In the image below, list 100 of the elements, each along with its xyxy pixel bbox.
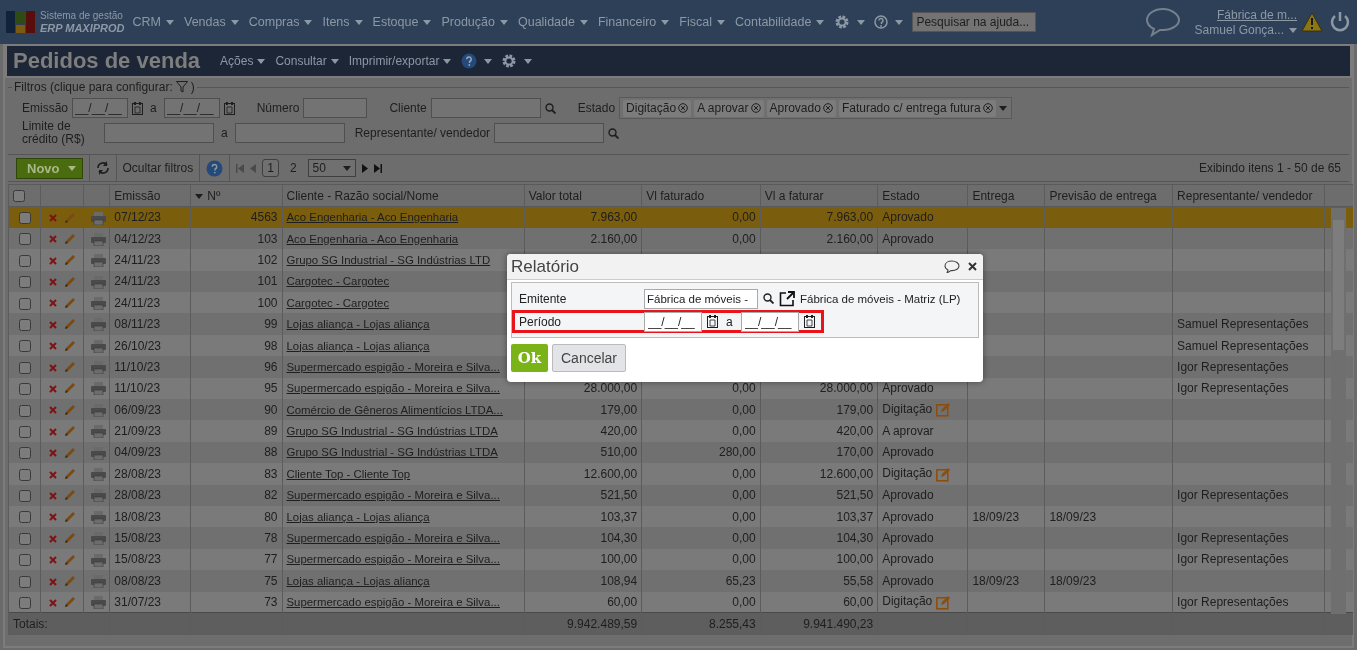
caret-icon[interactable]	[579, 19, 588, 25]
remove-icon[interactable]	[982, 103, 993, 113]
column-header[interactable]: Cliente - Razão social/Nome	[282, 184, 525, 207]
pencil-icon[interactable]	[62, 425, 76, 439]
menu-item[interactable]: Contabilidade	[735, 15, 825, 29]
action-menu[interactable]: Imprimir/exportar	[348, 54, 452, 68]
checkbox[interactable]	[18, 254, 31, 267]
column-header[interactable]: Vl faturado	[641, 184, 761, 207]
checkbox[interactable]	[18, 554, 31, 567]
delete-icon[interactable]	[48, 235, 57, 244]
delete-icon[interactable]	[48, 470, 57, 479]
pencil-icon[interactable]	[62, 254, 76, 268]
filters-legend[interactable]: Filtros (clique para configurar:	[14, 80, 173, 94]
client-link[interactable]: Lojas aliança - Lojas aliança	[286, 510, 430, 523]
hide-filters-button[interactable]: Ocultar filtros	[122, 161, 194, 175]
page-size-select[interactable]: 50	[307, 159, 356, 177]
caret-icon[interactable]	[423, 19, 432, 25]
client-link[interactable]: Cargotec - Cargotec	[286, 296, 390, 309]
status-tag[interactable]: A aprovar	[694, 99, 764, 117]
search-icon[interactable]	[763, 293, 774, 304]
settings-icon[interactable]	[834, 14, 851, 30]
client-link[interactable]: Comércio de Gêneros Alimentícios LTDA...	[286, 403, 503, 416]
delete-icon[interactable]	[48, 556, 57, 565]
printer-icon[interactable]	[90, 425, 106, 439]
column-header[interactable]: Nº	[190, 184, 282, 207]
caret-icon[interactable]	[857, 19, 866, 25]
menu-item[interactable]: Compras	[248, 15, 313, 29]
client-link[interactable]: Supermercado espigão - Moreira e Silva...	[286, 360, 500, 373]
caret-icon[interactable]	[354, 19, 363, 25]
printer-icon[interactable]	[90, 596, 106, 610]
calendar-icon[interactable]	[707, 315, 718, 328]
caret-icon[interactable]	[342, 165, 351, 171]
warning-icon[interactable]	[1301, 12, 1323, 32]
pencil-icon[interactable]	[62, 403, 76, 417]
delete-icon[interactable]	[48, 534, 57, 543]
delete-icon[interactable]	[48, 491, 57, 500]
delete-icon[interactable]	[48, 577, 57, 586]
caret-icon[interactable]	[230, 19, 239, 25]
settings-icon[interactable]	[501, 53, 518, 69]
delete-icon[interactable]	[48, 278, 57, 287]
menu-item[interactable]: Qualidade	[517, 15, 588, 29]
menu-item[interactable]: Estoque	[372, 15, 432, 29]
caret-icon[interactable]	[330, 58, 339, 64]
client-link[interactable]: Grupo SG Industrial - SG Indústrias LTD	[286, 253, 491, 266]
last-page-icon[interactable]	[373, 163, 382, 173]
client-link[interactable]: Aco Engenharia - Aco Engenharia	[286, 232, 459, 245]
printer-icon[interactable]	[90, 296, 106, 310]
delete-icon[interactable]	[48, 385, 57, 393]
delete-icon[interactable]	[48, 363, 57, 372]
checkbox[interactable]	[18, 361, 31, 374]
checkbox[interactable]	[18, 575, 31, 588]
first-page-icon[interactable]	[236, 163, 245, 173]
checkbox[interactable]	[18, 233, 31, 246]
checkbox[interactable]	[18, 468, 31, 481]
refresh-icon[interactable]	[95, 161, 110, 175]
number-field[interactable]	[303, 98, 368, 118]
caret-icon[interactable]	[998, 105, 1007, 111]
previous-page-icon[interactable]	[250, 163, 257, 173]
menu-item[interactable]: Fiscal	[679, 15, 725, 29]
checkbox[interactable]	[18, 383, 31, 396]
user-menu[interactable]: Samuel Gonça...	[1194, 23, 1297, 37]
edit-icon[interactable]	[936, 594, 952, 610]
representative-field[interactable]	[494, 123, 605, 143]
caret-icon[interactable]	[484, 58, 493, 64]
page-number[interactable]: 2	[284, 159, 302, 177]
client-link[interactable]: Lojas aliança - Lojas aliança	[286, 574, 430, 587]
checkbox[interactable]	[18, 404, 31, 417]
caret-icon[interactable]	[166, 19, 174, 25]
pencil-icon[interactable]	[62, 361, 76, 375]
printer-icon[interactable]	[90, 468, 106, 482]
caret-icon[interactable]	[304, 19, 313, 25]
date-field[interactable]: __/__/__	[740, 311, 799, 332]
client-link[interactable]: Grupo SG Industrial - SG Indústrias LTDA	[286, 425, 498, 438]
caret-icon[interactable]	[443, 58, 452, 64]
delete-icon[interactable]	[48, 256, 57, 265]
pencil-icon[interactable]	[62, 446, 76, 460]
pencil-icon[interactable]	[62, 532, 76, 546]
status-tag[interactable]: Digitação	[623, 99, 692, 117]
credit-limit-field[interactable]	[234, 123, 345, 143]
menu-item[interactable]: Vendas	[184, 15, 239, 29]
client-link[interactable]: Cliente Top - Cliente Top	[286, 467, 411, 480]
pencil-icon[interactable]	[62, 382, 76, 396]
pencil-icon[interactable]	[62, 339, 76, 353]
menu-item[interactable]: Produção	[441, 15, 508, 29]
column-header[interactable]: Valor total	[524, 184, 642, 207]
checkbox[interactable]	[18, 447, 31, 460]
company-link[interactable]: Fábrica de m...	[1216, 7, 1297, 23]
sort-descending-icon[interactable]	[195, 193, 204, 199]
column-header[interactable]: Entrega	[967, 184, 1045, 207]
delete-icon[interactable]	[48, 598, 57, 607]
ok-button[interactable]: Ok	[511, 344, 548, 372]
column-header[interactable]: Estado	[877, 184, 968, 207]
caret-icon[interactable]	[67, 165, 76, 171]
remove-icon[interactable]	[678, 103, 689, 113]
edit-icon[interactable]	[936, 466, 952, 482]
printer-icon[interactable]	[90, 553, 106, 567]
pencil-icon[interactable]	[62, 211, 76, 225]
checkbox[interactable]	[18, 511, 31, 524]
chat-icon[interactable]	[1144, 7, 1181, 37]
menu-item[interactable]: Financeiro	[597, 15, 670, 29]
